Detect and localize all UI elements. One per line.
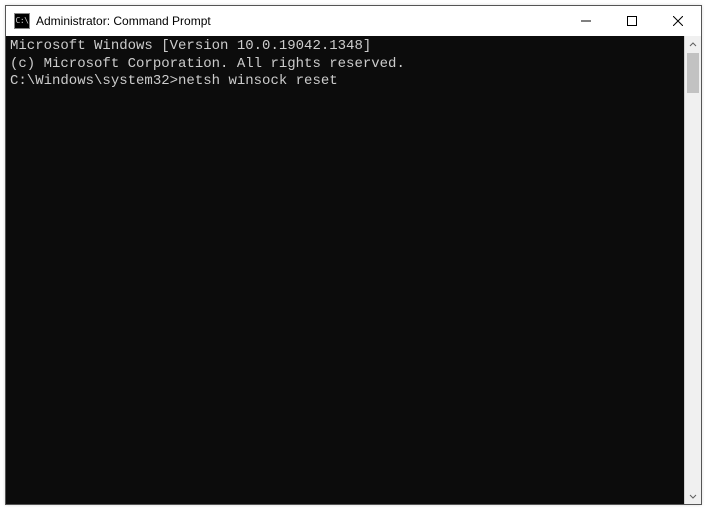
- terminal-output[interactable]: Microsoft Windows [Version 10.0.19042.13…: [6, 36, 684, 504]
- window-body: Microsoft Windows [Version 10.0.19042.13…: [6, 36, 701, 504]
- scroll-down-arrow[interactable]: [685, 487, 701, 504]
- terminal-prompt: C:\Windows\system32>: [10, 73, 178, 89]
- terminal-command[interactable]: netsh winsock reset: [178, 73, 338, 89]
- cmd-icon-text: C:\: [16, 17, 29, 25]
- vertical-scrollbar[interactable]: [684, 36, 701, 504]
- window-controls: [563, 6, 701, 36]
- terminal-prompt-line: C:\Windows\system32>netsh winsock reset: [10, 73, 684, 91]
- window-title: Administrator: Command Prompt: [36, 14, 563, 28]
- titlebar[interactable]: C:\ Administrator: Command Prompt: [6, 6, 701, 36]
- terminal-line: (c) Microsoft Corporation. All rights re…: [10, 56, 684, 74]
- terminal-line: Microsoft Windows [Version 10.0.19042.13…: [10, 38, 684, 56]
- scroll-up-arrow[interactable]: [685, 36, 701, 53]
- maximize-button[interactable]: [609, 6, 655, 36]
- command-prompt-window: C:\ Administrator: Command Prompt Micros…: [5, 5, 702, 505]
- scroll-thumb[interactable]: [687, 53, 699, 93]
- cmd-icon: C:\: [14, 13, 30, 29]
- close-button[interactable]: [655, 6, 701, 36]
- minimize-button[interactable]: [563, 6, 609, 36]
